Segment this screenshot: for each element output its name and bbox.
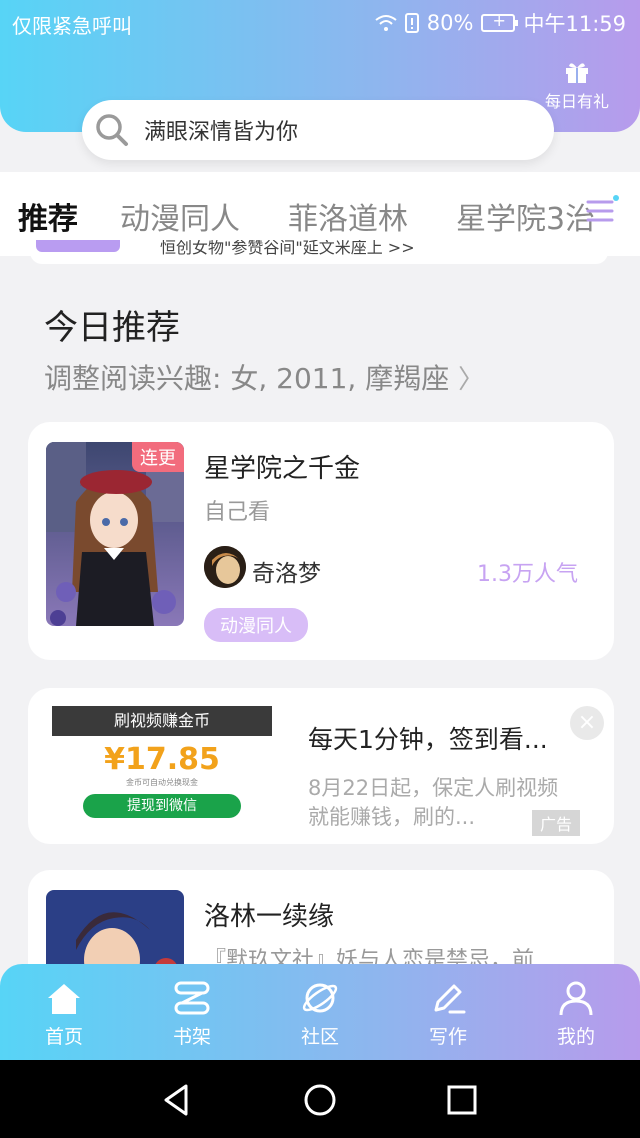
- wifi-icon: [375, 15, 397, 31]
- battery-icon: [481, 11, 519, 32]
- interest-settings-link[interactable]: 调整阅读兴趣: 女, 2011, 摩羯座 〉: [44, 357, 484, 397]
- ad-card[interactable]: 刷视频赚金币 ¥17.85 金币可自动兑换现金 提现到微信 每天1分钟，签到看.…: [28, 688, 614, 844]
- nav-label: 写作: [428, 1026, 467, 1048]
- interest-settings-text: 调整阅读兴趣: 女, 2011, 摩羯座: [44, 362, 450, 395]
- daily-gift-button[interactable]: 每日有礼: [532, 60, 622, 112]
- person-icon: [559, 981, 593, 1016]
- search-bar[interactable]: 满眼深情皆为你: [82, 100, 554, 160]
- bookshelf-icon: [174, 981, 210, 1015]
- recent-apps-icon[interactable]: [442, 1080, 482, 1120]
- search-placeholder: 满眼深情皆为你: [144, 120, 299, 145]
- nav-community[interactable]: 社区: [270, 978, 370, 1049]
- avatar[interactable]: [204, 546, 246, 588]
- search-icon: [96, 114, 128, 146]
- planet-icon: [302, 983, 338, 1013]
- tab-feiluo[interactable]: 菲洛道林: [288, 194, 408, 238]
- menu-icon[interactable]: [586, 194, 620, 228]
- popularity-count: 1.3万人气: [477, 562, 578, 587]
- peek-text: 恒创女物"参赞谷间"延文米座上 >>: [160, 240, 415, 257]
- tab-star-academy[interactable]: 星学院3治: [456, 194, 595, 238]
- ad-label: 广告: [531, 810, 580, 836]
- ad-banner-text: 刷视频赚金币: [52, 706, 272, 736]
- book-title: 洛林一续缘: [204, 902, 335, 932]
- peek-tag: [36, 240, 120, 252]
- nav-profile[interactable]: 我的: [526, 978, 626, 1049]
- serializing-badge: 连更: [132, 442, 184, 472]
- bottom-navigation: 首页 书架 社区 写作 我的: [0, 964, 640, 1060]
- nav-bookshelf[interactable]: 书架: [142, 978, 242, 1049]
- book-title: 星学院之千金: [204, 454, 361, 484]
- ad-title: 每天1分钟，签到看...: [308, 725, 548, 754]
- nav-label: 社区: [300, 1026, 339, 1048]
- book-cover: 连更: [46, 442, 184, 626]
- scrolled-card-edge: 恒创女物"参赞谷间"延文米座上 >>: [30, 240, 608, 264]
- author-name[interactable]: 奇洛梦: [252, 554, 321, 588]
- ad-image: 刷视频赚金币 ¥17.85 金币可自动兑换现金 提现到微信: [52, 706, 272, 836]
- ad-withdraw-button: 提现到微信: [83, 794, 241, 818]
- daily-gift-label: 每日有礼: [544, 92, 609, 111]
- home-icon: [48, 984, 80, 1014]
- chevron-right-icon: 〉: [458, 365, 485, 395]
- carrier-text: 仅限紧急呼叫: [12, 14, 132, 38]
- clock-text: 中午11:59: [523, 12, 626, 36]
- status-bar: 仅限紧急呼叫 80% 中午11:59: [0, 0, 640, 44]
- nav-home[interactable]: 首页: [14, 978, 114, 1049]
- close-icon[interactable]: ×: [570, 706, 604, 740]
- book-subtitle: 自己看: [204, 500, 271, 525]
- pen-icon: [434, 984, 466, 1014]
- book-card[interactable]: 连更 星学院之千金 自己看 奇洛梦 1.3万人气 动漫同人: [28, 422, 614, 660]
- back-icon[interactable]: [158, 1080, 198, 1120]
- ad-amount: ¥17.85: [104, 742, 220, 777]
- nav-label: 我的: [556, 1026, 595, 1048]
- battery-percent: 80%: [426, 11, 474, 35]
- home-circle-icon[interactable]: [300, 1080, 340, 1120]
- nav-label: 首页: [44, 1026, 83, 1048]
- tab-recommend[interactable]: 推荐: [18, 194, 78, 238]
- gift-icon: [566, 63, 588, 83]
- system-navigation-bar: [0, 1060, 640, 1138]
- section-title: 今日推荐: [44, 308, 180, 348]
- sim-alert-icon: [404, 13, 419, 33]
- nav-label: 书架: [172, 1026, 211, 1048]
- ad-small-text: 金币可自动兑换现金: [126, 778, 198, 787]
- nav-write[interactable]: 写作: [398, 978, 498, 1049]
- genre-tag[interactable]: 动漫同人: [204, 608, 308, 642]
- ad-description: 8月22日起，保定人刷视频就能赚钱，刷的...: [308, 776, 559, 829]
- tab-anime[interactable]: 动漫同人: [120, 194, 240, 238]
